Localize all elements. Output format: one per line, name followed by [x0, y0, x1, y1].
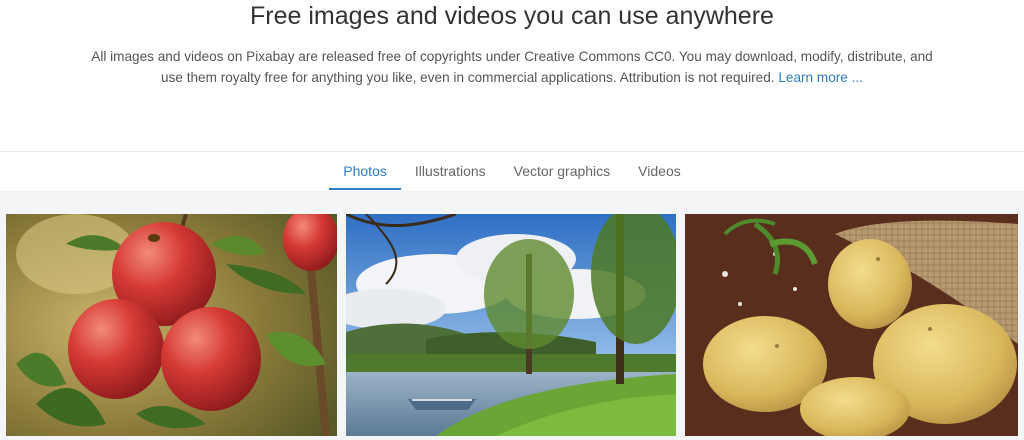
tab-videos[interactable]: Videos	[624, 152, 695, 190]
gallery-photo-potatoes[interactable]	[685, 214, 1018, 436]
hero-title: Free images and videos you can use anywh…	[250, 2, 774, 30]
tab-photos[interactable]: Photos	[329, 152, 401, 190]
learn-more-link[interactable]: Learn more ...	[778, 70, 863, 85]
media-type-tabs: Photos Illustrations Vector graphics Vid…	[0, 151, 1024, 192]
gallery-photo-lake[interactable]	[346, 214, 676, 436]
potatoes-image	[685, 214, 1018, 436]
tab-illustrations[interactable]: Illustrations	[401, 152, 500, 190]
hero-description: All images and videos on Pixabay are rel…	[80, 46, 944, 88]
tab-vector-graphics[interactable]: Vector graphics	[500, 152, 625, 190]
apples-image	[6, 214, 337, 436]
gallery-photo-apples[interactable]	[6, 214, 337, 436]
lake-landscape-image	[346, 214, 676, 436]
hero-section: Free images and videos you can use anywh…	[0, 0, 1024, 152]
